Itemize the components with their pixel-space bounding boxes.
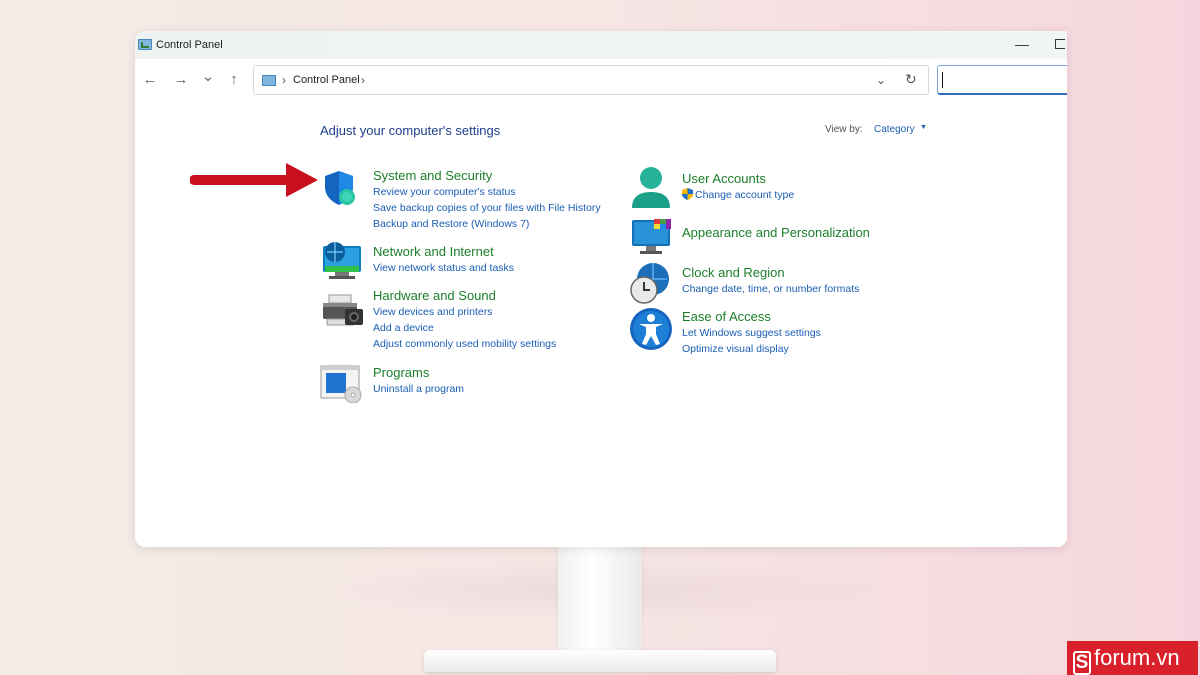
up-arrow-icon[interactable]: ↑	[224, 72, 244, 88]
maximize-button[interactable]	[1055, 39, 1065, 49]
category-title-hardware-sound[interactable]: Hardware and Sound	[373, 288, 556, 304]
category-title-appearance[interactable]: Appearance and Personalization	[682, 225, 870, 241]
category-ease-access: Ease of Access Let Windows suggest setti…	[682, 309, 821, 357]
breadcrumb-control-panel[interactable]: Control Panel	[293, 74, 360, 86]
control-panel-icon	[138, 39, 152, 50]
logo-text: forum.vn	[1094, 645, 1180, 670]
network-globe-icon	[323, 242, 361, 279]
category-user-accounts: User Accounts Change account type	[682, 171, 794, 203]
link-suggest-settings[interactable]: Let Windows suggest settings	[682, 325, 821, 341]
red-arrow-annotation	[190, 163, 318, 197]
category-clock-region: Clock and Region Change date, time, or n…	[682, 265, 859, 297]
control-panel-window: Control Panel — ← → ⌄ ↑ › Control Panel …	[135, 31, 1067, 547]
dropdown-triangle-icon[interactable]: ▼	[920, 124, 927, 131]
control-panel-icon	[262, 75, 276, 86]
link-backup-restore[interactable]: Backup and Restore (Windows 7)	[373, 216, 601, 232]
recent-locations-chevron-icon[interactable]: ⌄	[198, 69, 218, 85]
breadcrumb-separator[interactable]: ›	[361, 73, 365, 87]
monitor-stand-neck	[558, 546, 642, 658]
link-review-status[interactable]: Review your computer's status	[373, 184, 601, 200]
back-arrow-icon[interactable]: ←	[140, 72, 160, 88]
shield-icon	[325, 171, 355, 205]
address-bar[interactable]: › Control Panel › ⌄ ↻	[253, 65, 929, 95]
search-input[interactable]	[937, 65, 1067, 95]
window-title: Control Panel	[156, 39, 223, 51]
view-by-dropdown[interactable]: Category	[874, 124, 915, 135]
address-dropdown-chevron-icon[interactable]: ⌄	[876, 73, 886, 87]
category-system-security: System and Security Review your computer…	[373, 168, 601, 232]
link-change-account-type-label[interactable]: Change account type	[695, 189, 794, 201]
logo-letter: S	[1073, 651, 1091, 675]
category-appearance: Appearance and Personalization	[682, 225, 870, 241]
category-title-clock-region[interactable]: Clock and Region	[682, 265, 859, 281]
category-network-internet: Network and Internet View network status…	[373, 244, 514, 276]
link-date-time-formats[interactable]: Change date, time, or number formats	[682, 281, 859, 297]
link-network-status[interactable]: View network status and tasks	[373, 260, 514, 276]
category-title-system-security[interactable]: System and Security	[373, 168, 601, 184]
category-programs: Programs Uninstall a program	[373, 365, 464, 397]
title-bar: Control Panel —	[135, 31, 1067, 59]
view-by-label: View by:	[825, 124, 863, 135]
minimize-button[interactable]: —	[1015, 36, 1029, 52]
navigation-bar: ← → ⌄ ↑ › Control Panel › ⌄ ↻	[135, 59, 1067, 105]
category-title-ease-access[interactable]: Ease of Access	[682, 309, 821, 325]
page-title: Adjust your computer's settings	[320, 123, 501, 138]
category-hardware-sound: Hardware and Sound View devices and prin…	[373, 288, 556, 352]
category-title-user-accounts[interactable]: User Accounts	[682, 171, 794, 187]
link-add-device[interactable]: Add a device	[373, 320, 556, 336]
uac-shield-icon	[682, 188, 693, 200]
breadcrumb-separator[interactable]: ›	[282, 73, 286, 87]
category-title-network-internet[interactable]: Network and Internet	[373, 244, 514, 260]
monitor-stand-base	[424, 650, 776, 672]
text-caret	[942, 72, 943, 88]
link-optimize-display[interactable]: Optimize visual display	[682, 341, 821, 357]
clock-globe-icon	[630, 263, 669, 304]
category-title-programs[interactable]: Programs	[373, 365, 464, 381]
link-file-history[interactable]: Save backup copies of your files with Fi…	[373, 200, 601, 216]
sforum-logo: Sforum.vn	[1067, 641, 1198, 675]
link-devices-printers[interactable]: View devices and printers	[373, 304, 556, 320]
monitor-palette-icon	[632, 219, 671, 254]
accessibility-icon	[630, 308, 672, 350]
refresh-icon[interactable]: ↻	[905, 71, 917, 88]
link-mobility-settings[interactable]: Adjust commonly used mobility settings	[373, 336, 556, 352]
printer-icon	[323, 294, 363, 326]
link-uninstall-program[interactable]: Uninstall a program	[373, 381, 464, 397]
forward-arrow-icon[interactable]: →	[171, 72, 191, 88]
user-icon	[632, 167, 670, 208]
programs-disc-icon	[320, 365, 362, 403]
link-change-account-type[interactable]: Change account type	[682, 187, 794, 203]
